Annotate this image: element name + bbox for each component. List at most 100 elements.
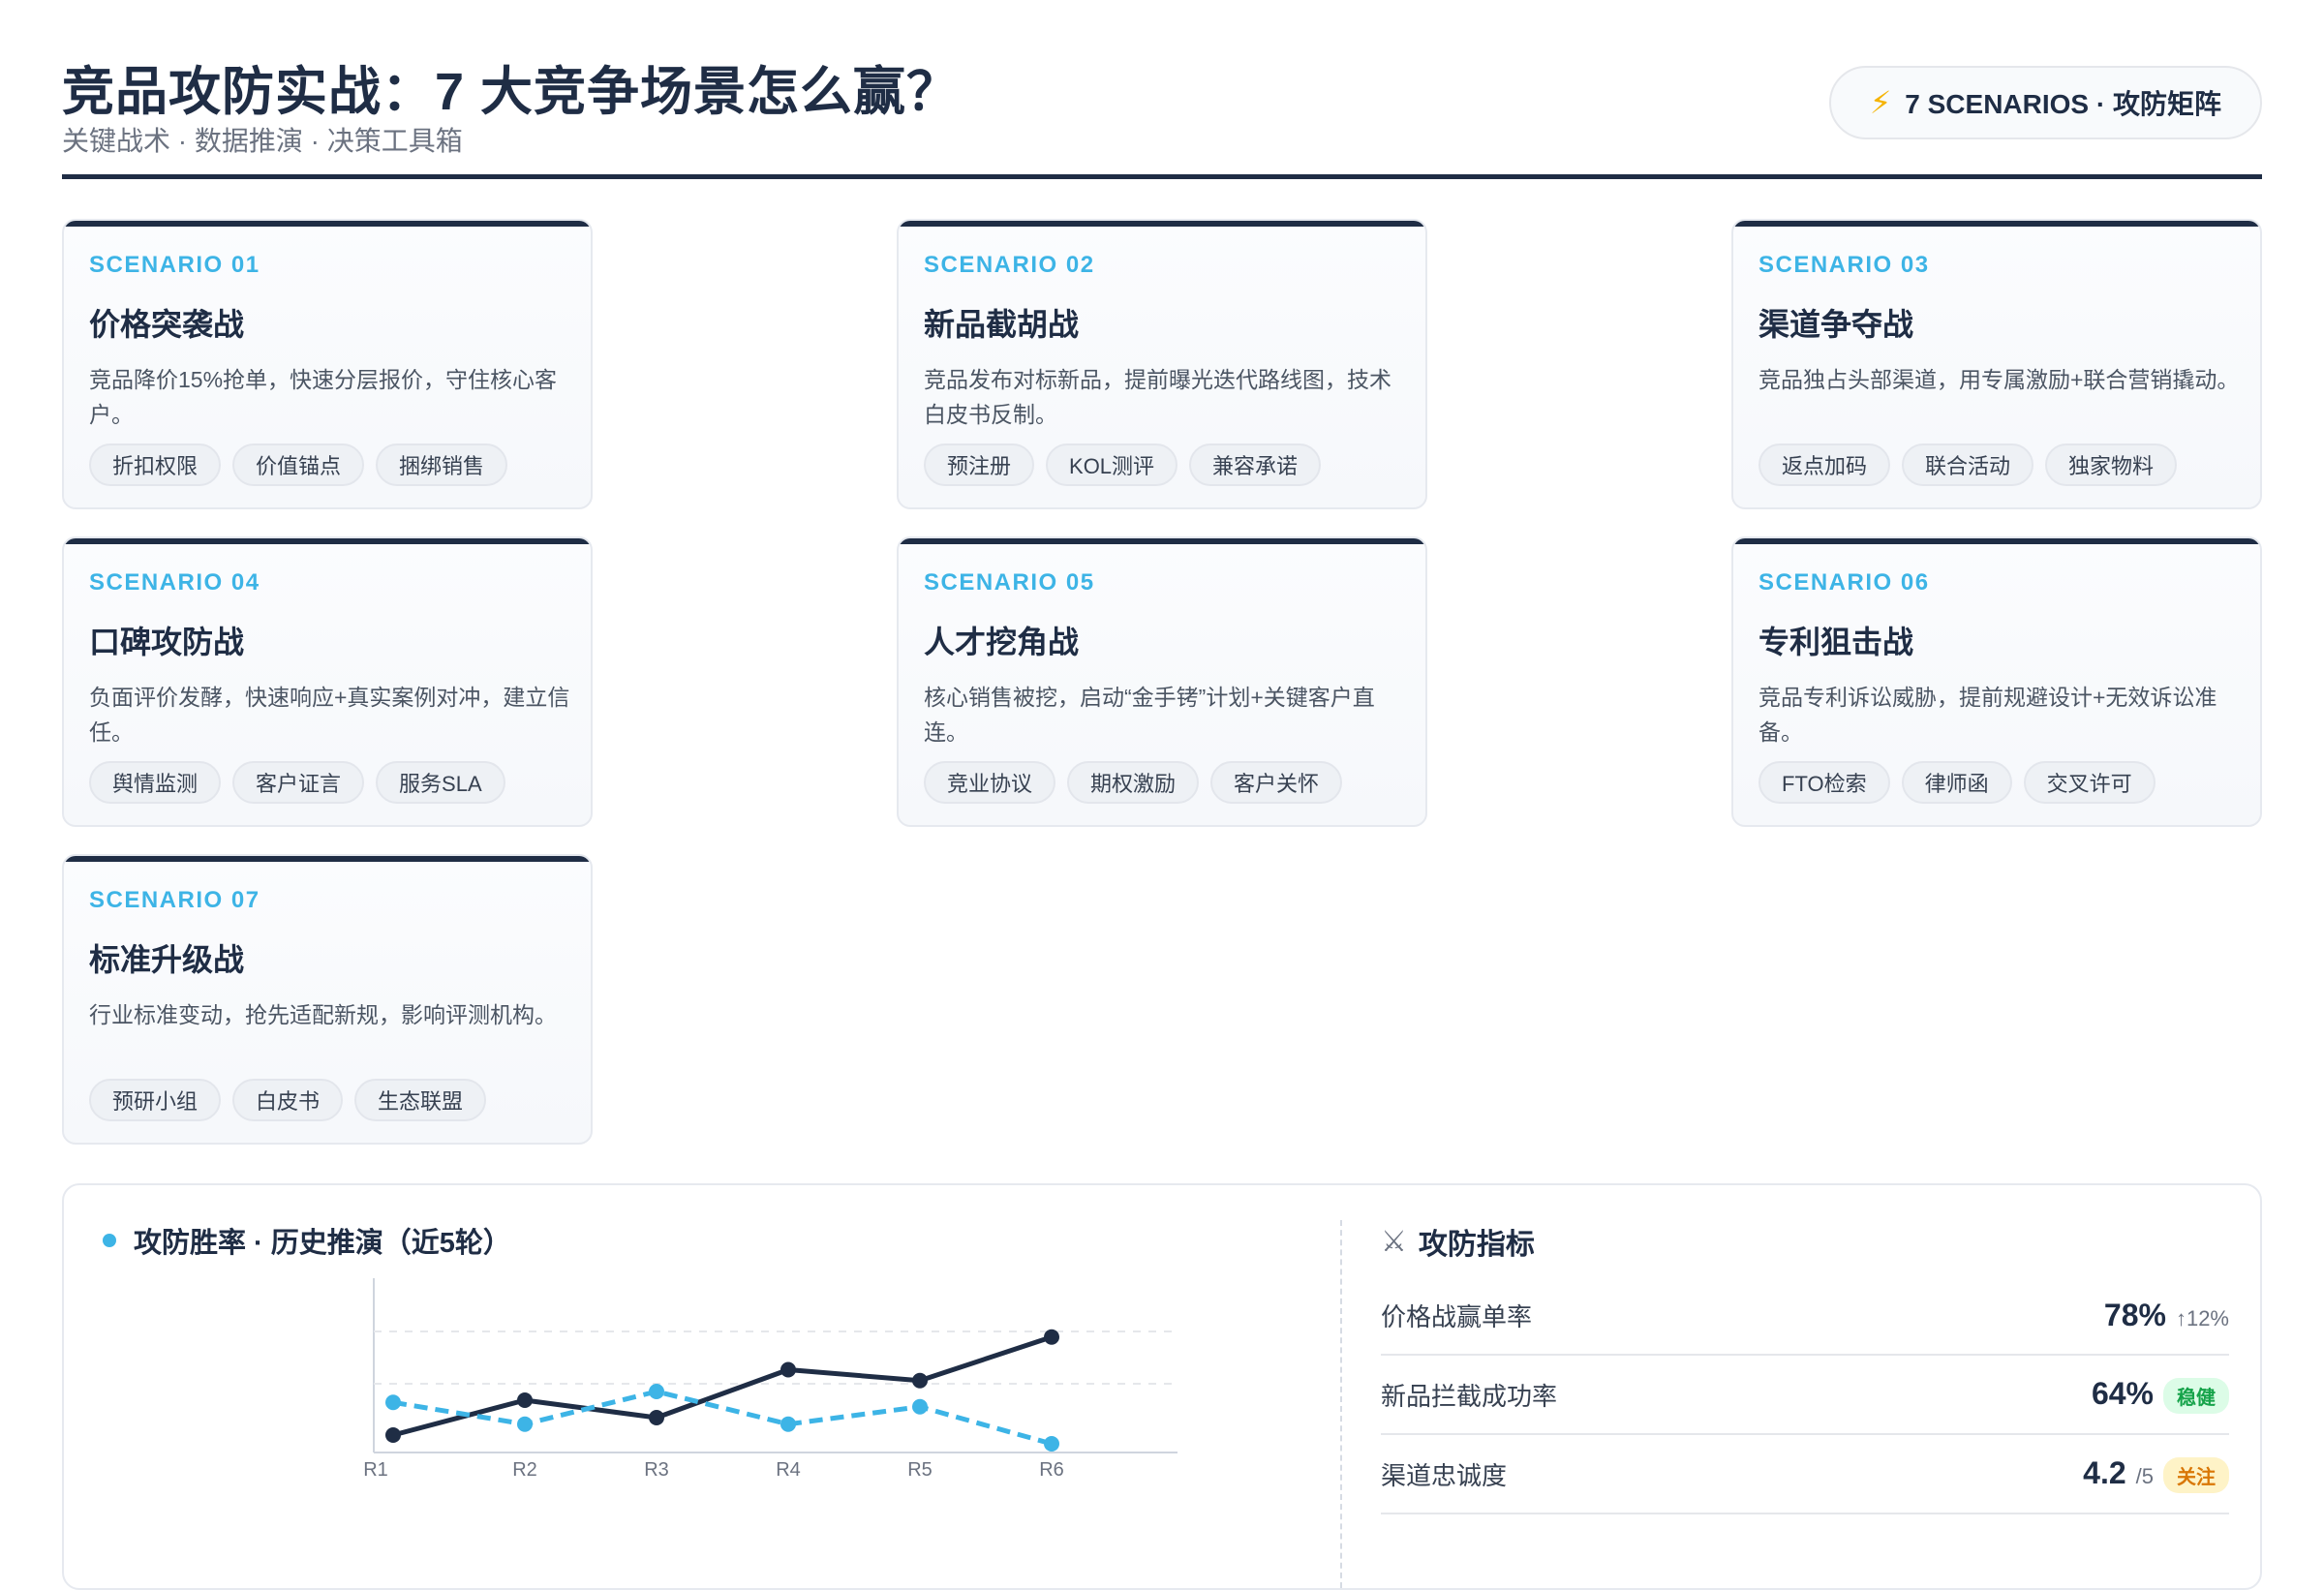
series-line-0: [392, 1334, 1053, 1438]
scenario-card[interactable]: SCENARIO 07 标准升级战 行业标准变动，抢先适配新规，影响评测机构。 …: [62, 854, 593, 1145]
page-subtitle: 关键战术 · 数据推演 · 决策工具箱: [62, 126, 463, 156]
scenario-code: SCENARIO 03: [1758, 252, 1930, 278]
scenario-desc: 核心销售被挖，启动“金手铐”计划+关键客户直连。: [924, 685, 1375, 745]
metric-value-group: 78% ↑12%: [2104, 1298, 2229, 1333]
tag[interactable]: 服务SLA: [376, 761, 505, 804]
data-point-1-1: [517, 1416, 533, 1432]
metric-label: 新品拦截成功率: [1381, 1381, 1558, 1411]
tag[interactable]: 白皮书: [232, 1079, 344, 1121]
data-point-0-0: [385, 1427, 401, 1443]
scenario-code: SCENARIO 02: [924, 252, 1095, 278]
scenario-code: SCENARIO 04: [89, 569, 260, 596]
scenario-name: 渠道争夺战: [1758, 307, 1914, 342]
tag-list: FTO检索 律师函 交叉许可: [1758, 761, 2156, 804]
tag[interactable]: 预注册: [924, 443, 1035, 486]
scenario-name: 新品截胡战: [924, 307, 1080, 342]
status-badge: 稳健: [2163, 1377, 2229, 1414]
data-point-0-4: [912, 1372, 928, 1389]
scenario-name: 专利狙击战: [1758, 625, 1914, 659]
scenario-name: 人才挖角战: [924, 625, 1080, 659]
tag[interactable]: 兼容承诺: [1189, 443, 1322, 486]
metric-value: 64%: [2091, 1375, 2154, 1411]
data-point-0-5: [1044, 1329, 1059, 1345]
panel-divider: [1340, 1220, 1342, 1588]
tag[interactable]: 生态联盟: [354, 1079, 487, 1121]
tag[interactable]: 返点加码: [1758, 443, 1891, 486]
scenario-code: SCENARIO 01: [89, 252, 260, 278]
bullet-dot-icon: [103, 1234, 116, 1247]
series-line-1: [392, 1389, 1053, 1447]
metrics-section: ⚔ 攻防指标 价格战赢单率 78% ↑12% 新品拦截成功率 64% 稳健 渠道…: [1381, 1220, 2229, 1514]
tag[interactable]: 客户关怀: [1210, 761, 1343, 804]
tag[interactable]: 独家物料: [2045, 443, 2178, 486]
crossed-swords-icon: ⚔: [1381, 1225, 1407, 1258]
scenario-desc: 行业标准变动，抢先适配新规，影响评测机构。: [89, 1002, 557, 1027]
tag[interactable]: 预研小组: [89, 1079, 222, 1121]
x-tick-label: R6: [1039, 1459, 1064, 1481]
data-point-0-3: [780, 1361, 796, 1378]
tag[interactable]: 客户证言: [232, 761, 365, 804]
scenario-code: SCENARIO 05: [924, 569, 1095, 596]
header-divider: [62, 174, 2262, 179]
scenario-desc: 竞品专利诉讼威胁，提前规避设计+无效诉讼准备。: [1758, 685, 2217, 745]
data-point-1-3: [780, 1416, 796, 1432]
metric-label: 渠道忠诚度: [1381, 1460, 1508, 1490]
scenario-card[interactable]: SCENARIO 04 口碑攻防战 负面评价发酵，快速响应+真实案例对冲，建立信…: [62, 536, 593, 827]
scenario-grid: SCENARIO 01 价格突袭战 竞品降价15%抢单，快速分层报价，守住核心客…: [62, 219, 2262, 1145]
data-point-0-2: [649, 1410, 664, 1425]
tag[interactable]: 交叉许可: [2023, 761, 2156, 804]
x-tick-label: R1: [363, 1459, 388, 1481]
chart-title-text: 攻防胜率 · 历史推演（近5轮）: [134, 1228, 511, 1259]
scenario-card[interactable]: SCENARIO 06 专利狙击战 竞品专利诉讼威胁，提前规避设计+无效诉讼准备…: [1731, 536, 2262, 827]
data-point-1-5: [1044, 1436, 1059, 1452]
tag[interactable]: 折扣权限: [89, 443, 222, 486]
metric-value: 4.2: [2083, 1454, 2126, 1490]
tag[interactable]: KOL测评: [1046, 443, 1178, 486]
scenario-desc: 竞品发布对标新品，提前曝光迭代路线图，技术白皮书反制。: [924, 367, 1391, 427]
tag-list: 返点加码 联合活动 独家物料: [1758, 443, 2178, 486]
metric-value-group: 4.2 /5 关注: [2083, 1455, 2229, 1493]
header: 竞品攻防实战：7 大竞争场景怎么赢？ 关键战术 · 数据推演 · 决策工具箱 ⚡…: [62, 0, 2262, 180]
scenario-desc: 竞品独占头部渠道，用专属激励+联合营销撬动。: [1758, 367, 2240, 392]
metrics-title: ⚔ 攻防指标: [1381, 1220, 2229, 1263]
scenario-card[interactable]: SCENARIO 02 新品截胡战 竞品发布对标新品，提前曝光迭代路线图，技术白…: [897, 219, 1427, 509]
x-tick-label: R3: [644, 1459, 669, 1481]
tag[interactable]: 联合活动: [1902, 443, 2034, 486]
scenario-name: 标准升级战: [89, 942, 245, 977]
win-rate-line-chart: R1 R2 R3 R4 R5 R6: [363, 1278, 1177, 1481]
data-point-0-1: [517, 1392, 533, 1408]
x-tick-label: R2: [512, 1459, 537, 1481]
scenarios-badge: ⚡ 7 SCENARIOS · 攻防矩阵: [1828, 66, 2262, 139]
tag[interactable]: 价值锚点: [232, 443, 365, 486]
tag[interactable]: 舆情监测: [89, 761, 222, 804]
data-point-1-0: [385, 1394, 401, 1411]
status-badge: 关注: [2163, 1456, 2229, 1493]
chart-section: 攻防胜率 · 历史推演（近5轮）: [103, 1220, 1265, 1261]
metric-value-group: 64% 稳健: [2092, 1376, 2229, 1414]
analysis-panel: 攻防胜率 · 历史推演（近5轮） R1 R2 R3 R4 R5 R6 ⚔ 攻防指标 价格战…: [62, 1183, 2262, 1590]
tag-list: 竞业协议 期权激励 客户关怀: [924, 761, 1343, 804]
chart-title: 攻防胜率 · 历史推演（近5轮）: [103, 1220, 1265, 1261]
tag-list: 折扣权限 价值锚点 捆绑销售: [89, 443, 508, 486]
tag[interactable]: 律师函: [1901, 761, 2012, 804]
scenario-card[interactable]: SCENARIO 03 渠道争夺战 竞品独占头部渠道，用专属激励+联合营销撬动。…: [1731, 219, 2262, 509]
scenario-desc: 负面评价发酵，快速响应+真实案例对冲，建立信任。: [89, 685, 570, 745]
tag[interactable]: FTO检索: [1758, 761, 1890, 804]
metric-trend: ↑12%: [2175, 1305, 2229, 1330]
tag[interactable]: 捆绑销售: [376, 443, 508, 486]
scenario-name: 价格突袭战: [89, 307, 245, 342]
metric-row: 渠道忠诚度 4.2 /5 关注: [1381, 1435, 2229, 1514]
metric-row: 价格战赢单率 78% ↑12%: [1381, 1276, 2229, 1356]
scenario-card[interactable]: SCENARIO 01 价格突袭战 竞品降价15%抢单，快速分层报价，守住核心客…: [62, 219, 593, 509]
metric-value: 78%: [2103, 1297, 2166, 1332]
scenario-name: 口碑攻防战: [89, 625, 245, 659]
scenario-desc: 竞品降价15%抢单，快速分层报价，守住核心客户。: [89, 367, 558, 427]
scenario-card[interactable]: SCENARIO 05 人才挖角战 核心销售被挖，启动“金手铐”计划+关键客户直…: [897, 536, 1427, 827]
tag[interactable]: 期权激励: [1067, 761, 1200, 804]
tag-list: 预研小组 白皮书 生态联盟: [89, 1079, 487, 1121]
tag[interactable]: 竞业协议: [924, 761, 1056, 804]
tag-list: 舆情监测 客户证言 服务SLA: [89, 761, 505, 804]
data-point-1-2: [649, 1384, 664, 1399]
scenario-code: SCENARIO 06: [1758, 569, 1930, 596]
lightning-icon: ⚡: [1869, 85, 1892, 120]
